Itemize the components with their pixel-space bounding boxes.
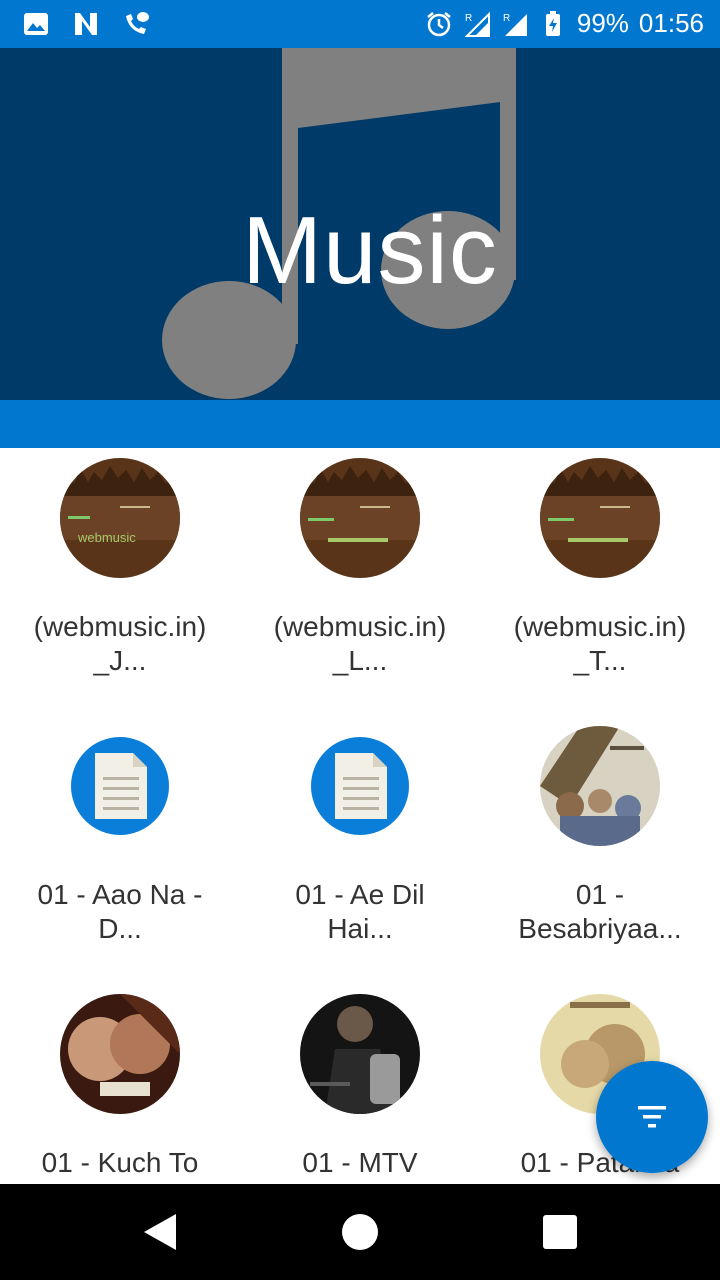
signal-r2-icon: R: [503, 13, 527, 36]
webmusic-art: [540, 458, 660, 578]
back-icon[interactable]: [136, 1208, 184, 1256]
track-grid[interactable]: webmusic (webmusic.in) _J... (webmusic.in…: [0, 448, 720, 1184]
track-title: 01 - Ae Dil Hai...: [295, 879, 425, 944]
recents-icon[interactable]: [536, 1208, 584, 1256]
svg-text:R: R: [465, 13, 472, 24]
navigation-bar: [0, 1184, 720, 1280]
header-banner: Music: [0, 48, 720, 400]
wifi-call-icon: [126, 12, 149, 34]
image-icon: [24, 13, 48, 35]
track-title: (webmusic.in) _L...: [273, 611, 447, 676]
track-tile[interactable]: (webmusic.in) _T...: [480, 448, 720, 716]
track-title: (webmusic.in) _T...: [513, 611, 687, 676]
track-tile[interactable]: (webmusic.in) _L...: [240, 448, 480, 716]
signal-r-icon: R: [464, 11, 490, 37]
track-tile[interactable]: 01 - Ae Dil Hai...: [240, 716, 480, 984]
webmusic-art: [300, 458, 420, 578]
track-tile[interactable]: webmusic (webmusic.in) _J...: [0, 448, 240, 716]
album-art: [60, 994, 180, 1114]
track-title: 01 - MTV: [302, 1147, 418, 1178]
webmusic-art: webmusic: [60, 458, 180, 578]
track-tile[interactable]: 01 - Besabriyaa...: [480, 716, 720, 984]
n-app-icon: [75, 13, 97, 35]
svg-text:R: R: [503, 13, 510, 24]
filter-icon: [638, 1106, 666, 1128]
album-art: [540, 726, 660, 846]
home-icon[interactable]: [336, 1208, 384, 1256]
battery-charging-icon: [545, 10, 560, 36]
status-bar: R R 99% 01:56: [0, 0, 720, 48]
page-title: Music: [242, 197, 498, 304]
document-icon: [71, 737, 169, 835]
track-title: (webmusic.in) _J...: [33, 611, 207, 676]
track-tile[interactable]: 01 - MTV: [240, 984, 480, 1184]
alarm-icon: [427, 11, 451, 36]
track-tile[interactable]: 01 - Aao Na - D...: [0, 716, 240, 984]
toolbar-strip: [0, 400, 720, 448]
track-title: 01 - Kuch To: [41, 1147, 199, 1178]
filter-button[interactable]: [596, 1061, 708, 1173]
document-icon: [311, 737, 409, 835]
battery-percent: 99%: [576, 8, 629, 38]
album-art: [300, 994, 420, 1114]
svg-text:webmusic: webmusic: [77, 530, 136, 545]
track-title: 01 - Aao Na - D...: [37, 879, 203, 944]
track-title: 01 - Besabriyaa...: [518, 879, 682, 944]
track-tile[interactable]: 01 - Kuch To: [0, 984, 240, 1184]
clock: 01:56: [638, 8, 704, 38]
